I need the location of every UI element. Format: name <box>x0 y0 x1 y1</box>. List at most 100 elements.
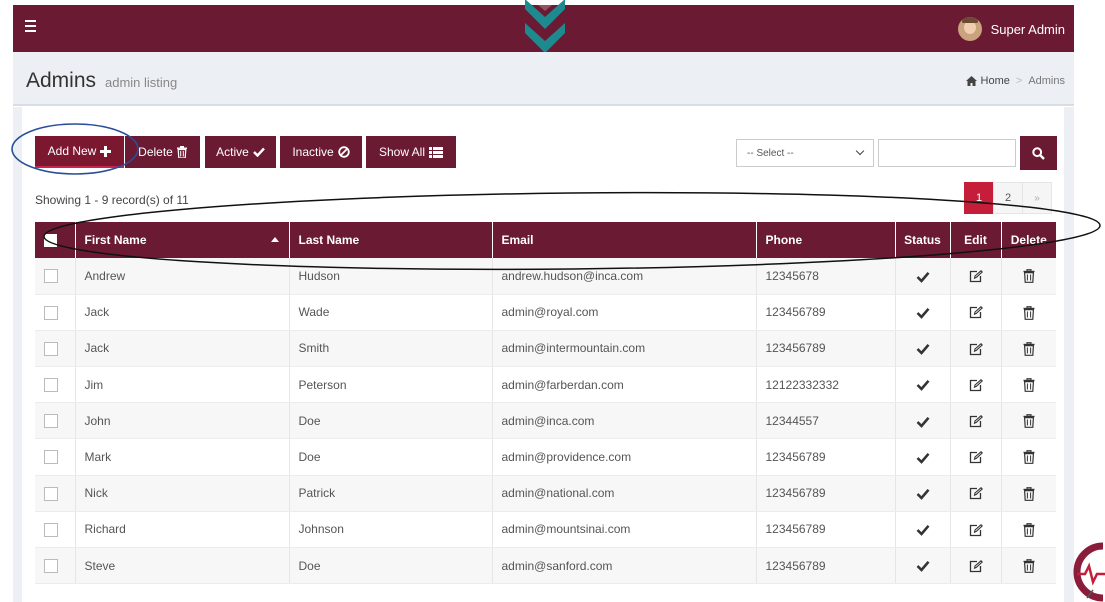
status-header: Status <box>895 222 951 258</box>
row-checkbox[interactable] <box>35 258 76 295</box>
trash-icon <box>1023 377 1035 392</box>
edit-button[interactable] <box>950 475 1002 512</box>
edit-icon <box>969 450 983 464</box>
row-delete-button[interactable] <box>1001 547 1056 585</box>
status-toggle[interactable] <box>895 330 951 368</box>
page-1-button[interactable]: 1 <box>964 182 994 214</box>
check-icon <box>916 486 930 500</box>
email-header[interactable]: Email <box>492 222 757 258</box>
select-all-checkbox[interactable] <box>35 222 76 258</box>
edit-button[interactable] <box>950 547 1002 585</box>
row-delete-button[interactable] <box>1001 402 1056 440</box>
status-toggle[interactable] <box>895 366 951 404</box>
edit-icon <box>969 269 983 283</box>
email-cell: admin@sanford.com <box>492 547 757 585</box>
row-checkbox[interactable] <box>35 511 76 549</box>
breadcrumb: Home > Admins <box>965 75 1065 87</box>
active-button[interactable]: Active <box>205 136 276 168</box>
row-delete-button[interactable] <box>1001 294 1056 331</box>
status-toggle[interactable] <box>895 402 951 440</box>
listing-panel: Add New Delete Active Inactive Show All … <box>22 107 1064 602</box>
trash-icon <box>1023 413 1035 429</box>
inactive-button[interactable]: Inactive <box>280 136 362 168</box>
inactive-label: Inactive <box>292 145 334 159</box>
first-name-cell: Nick <box>75 475 290 512</box>
row-checkbox[interactable] <box>35 438 76 476</box>
edit-button[interactable] <box>950 366 1002 404</box>
next-page-button[interactable]: » <box>1022 182 1052 214</box>
edit-icon <box>969 558 983 572</box>
trash-icon <box>1023 558 1035 573</box>
first-name-header-label: First Name <box>84 233 147 247</box>
row-delete-button[interactable] <box>1001 366 1056 404</box>
row-delete-button[interactable] <box>1001 438 1056 476</box>
email-cell: admin@royal.com <box>492 294 757 331</box>
check-icon <box>916 414 930 428</box>
page-2-button[interactable]: 2 <box>993 182 1023 214</box>
content-area: Add New Delete Active Inactive Show All … <box>13 107 1074 602</box>
check-icon <box>916 305 930 320</box>
edit-header: Edit <box>950 222 1002 258</box>
delete-label: Delete <box>138 145 173 159</box>
status-toggle[interactable] <box>895 475 951 512</box>
edit-button[interactable] <box>950 294 1002 331</box>
check-icon <box>916 559 930 573</box>
user-menu[interactable]: Super Admin <box>957 17 1065 41</box>
search-input[interactable] <box>878 139 1016 167</box>
last-name-header[interactable]: Last Name <box>289 222 493 258</box>
search-button[interactable] <box>1020 136 1057 170</box>
row-checkbox[interactable] <box>35 547 76 585</box>
row-delete-button[interactable] <box>1001 511 1056 549</box>
last-name-cell: Patrick <box>289 475 493 512</box>
status-filter-select[interactable]: -- Select -- <box>736 139 874 167</box>
trash-icon <box>1023 486 1035 501</box>
add-new-button[interactable]: Add New <box>35 136 124 168</box>
page-header: Admins admin listing Home > Admins <box>13 52 1074 106</box>
table-row: Andrew Hudson andrew.hudson@inca.com 123456… <box>35 258 1056 295</box>
row-checkbox[interactable] <box>35 330 76 368</box>
first-name-cell: Mark <box>75 438 290 476</box>
brand-logo <box>1073 542 1105 602</box>
row-checkbox[interactable] <box>35 475 76 512</box>
email-cell: admin@farberdan.com <box>492 366 757 404</box>
top-navbar: Super Admin <box>13 0 1074 53</box>
first-name-cell: John <box>75 402 290 440</box>
first-name-cell: Andrew <box>75 258 290 295</box>
row-checkbox[interactable] <box>35 402 76 440</box>
phone-header[interactable]: Phone <box>756 222 896 258</box>
row-delete-button[interactable] <box>1001 475 1056 512</box>
edit-icon <box>969 414 983 428</box>
status-toggle[interactable] <box>895 258 951 295</box>
row-delete-button[interactable] <box>1001 258 1056 295</box>
status-toggle[interactable] <box>895 438 951 476</box>
row-checkbox[interactable] <box>35 294 76 331</box>
first-name-header[interactable]: First Name <box>75 222 290 258</box>
delete-button[interactable]: Delete <box>125 136 200 168</box>
last-name-cell: Doe <box>289 402 493 440</box>
check-icon <box>916 378 930 392</box>
last-name-cell: Smith <box>289 330 493 368</box>
edit-button[interactable] <box>950 402 1002 440</box>
edit-button[interactable] <box>950 330 1002 368</box>
check-icon <box>916 269 930 283</box>
edit-button[interactable] <box>950 438 1002 476</box>
edit-button[interactable] <box>950 258 1002 295</box>
breadcrumb-home[interactable]: Home <box>981 75 1010 87</box>
phone-cell: 123456789 <box>756 294 896 331</box>
sort-asc-icon[interactable] <box>270 237 279 242</box>
status-toggle[interactable] <box>895 294 951 331</box>
show-all-button[interactable]: Show All <box>366 136 456 168</box>
edit-button[interactable] <box>950 511 1002 549</box>
email-cell: admin@inca.com <box>492 402 757 440</box>
hamburger-icon[interactable] <box>25 20 37 34</box>
status-toggle[interactable] <box>895 511 951 549</box>
status-toggle[interactable] <box>895 547 951 585</box>
table-body: Andrew Hudson andrew.hudson@inca.com 123456… <box>35 258 1056 585</box>
table-row: Nick Patrick admin@national.com 123456789 <box>35 475 1056 512</box>
phone-cell: 123456789 <box>756 438 896 476</box>
last-name-cell: Peterson <box>289 366 493 404</box>
breadcrumb-separator: > <box>1015 75 1023 87</box>
row-delete-button[interactable] <box>1001 330 1056 368</box>
email-cell: admin@providence.com <box>492 438 757 476</box>
row-checkbox[interactable] <box>35 366 76 404</box>
